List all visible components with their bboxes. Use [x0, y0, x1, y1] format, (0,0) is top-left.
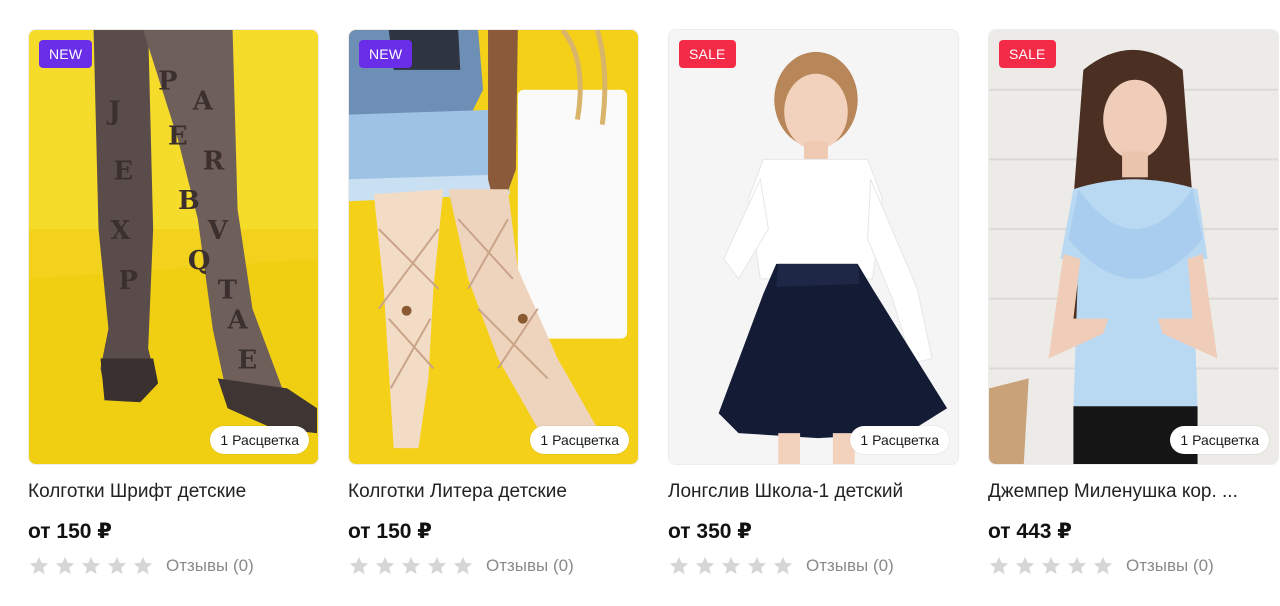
reviews-link[interactable]: Отзывы (0) — [806, 556, 894, 576]
star-icon — [349, 556, 369, 575]
product-card[interactable]: NEW 1 Расцветка Колготки Литера детские … — [348, 29, 639, 578]
svg-text:E: E — [238, 345, 258, 375]
star-icon — [1067, 556, 1087, 575]
product-image[interactable]: NEW 1 Расцветка — [348, 29, 639, 465]
product-title[interactable]: Джемпер Миленушка кор. ... — [988, 480, 1270, 504]
star-icon — [695, 556, 715, 575]
star-icon — [401, 556, 421, 575]
reviews-link[interactable]: Отзывы (0) — [166, 556, 254, 576]
star-icon — [1015, 556, 1035, 575]
svg-text:T: T — [218, 276, 237, 306]
product-title[interactable]: Колготки Литера детские — [348, 480, 630, 504]
svg-text:Q: Q — [188, 246, 210, 276]
product-title[interactable]: Лонгслив Школа-1 детский — [668, 480, 950, 504]
svg-text:A: A — [227, 306, 249, 336]
product-grid: PA ER BV QT JE XP AE NEW 1 Расцветка Кол… — [0, 0, 1280, 606]
star-icon — [375, 556, 395, 575]
reviews-link[interactable]: Отзывы (0) — [1126, 556, 1214, 576]
product-price: от 150 ₽ — [28, 520, 112, 543]
product-rating: Отзывы (0) — [28, 554, 319, 578]
product-card[interactable]: SALE 1 Расцветка Лонгслив Школа-1 детски… — [668, 29, 959, 578]
product-price: от 150 ₽ — [348, 520, 432, 543]
product-photo-longsleeve-girl — [669, 30, 958, 464]
star-icon — [721, 556, 741, 575]
svg-text:X: X — [110, 216, 131, 246]
svg-text:R: R — [203, 146, 225, 176]
product-card[interactable]: SALE 1 Расцветка Джемпер Миленушка кор. … — [988, 29, 1279, 578]
color-variants-pill[interactable]: 1 Расцветка — [210, 426, 309, 454]
svg-text:E: E — [168, 121, 188, 151]
product-image[interactable]: PA ER BV QT JE XP AE NEW 1 Расцветка — [28, 29, 319, 465]
star-icon — [773, 556, 793, 575]
product-price: от 443 ₽ — [988, 520, 1072, 543]
badge-new: NEW — [39, 40, 93, 68]
product-rating: Отзывы (0) — [988, 554, 1279, 578]
product-image[interactable]: SALE 1 Расцветка — [988, 29, 1279, 465]
badge-sale: SALE — [679, 40, 736, 68]
svg-text:P: P — [118, 266, 137, 296]
color-variants-pill[interactable]: 1 Расцветка — [1170, 426, 1269, 454]
color-variants-pill[interactable]: 1 Расцветка — [530, 426, 629, 454]
product-card[interactable]: PA ER BV QT JE XP AE NEW 1 Расцветка Кол… — [28, 29, 319, 578]
product-image[interactable]: SALE 1 Расцветка — [668, 29, 959, 465]
badge-sale: SALE — [999, 40, 1056, 68]
product-photo-tights-lattice — [349, 30, 638, 464]
star-icon — [1041, 556, 1061, 575]
svg-text:P: P — [158, 67, 177, 97]
svg-text:V: V — [207, 216, 229, 246]
star-rating — [28, 555, 154, 577]
svg-text:J: J — [106, 97, 120, 127]
star-icon — [453, 556, 473, 575]
product-title[interactable]: Колготки Шрифт детские — [28, 480, 310, 504]
star-icon — [55, 556, 75, 575]
svg-text:B: B — [178, 186, 200, 216]
star-icon — [1093, 556, 1113, 575]
svg-text:A: A — [192, 87, 214, 117]
star-icon — [81, 556, 101, 575]
star-icon — [989, 556, 1009, 575]
product-price: от 350 ₽ — [668, 520, 752, 543]
star-icon — [133, 556, 153, 575]
product-photo-jumper-girl — [989, 30, 1278, 464]
star-icon — [747, 556, 767, 575]
star-icon — [29, 556, 49, 575]
product-rating: Отзывы (0) — [668, 554, 959, 578]
product-photo-tights-letters: PA ER BV QT JE XP AE — [29, 30, 318, 464]
product-rating: Отзывы (0) — [348, 554, 639, 578]
star-rating — [348, 555, 474, 577]
star-rating — [988, 555, 1114, 577]
star-rating — [668, 555, 794, 577]
svg-text:E: E — [113, 156, 133, 186]
star-icon — [669, 556, 689, 575]
star-icon — [427, 556, 447, 575]
color-variants-pill[interactable]: 1 Расцветка — [850, 426, 949, 454]
reviews-link[interactable]: Отзывы (0) — [486, 556, 574, 576]
badge-new: NEW — [359, 40, 413, 68]
star-icon — [107, 556, 127, 575]
